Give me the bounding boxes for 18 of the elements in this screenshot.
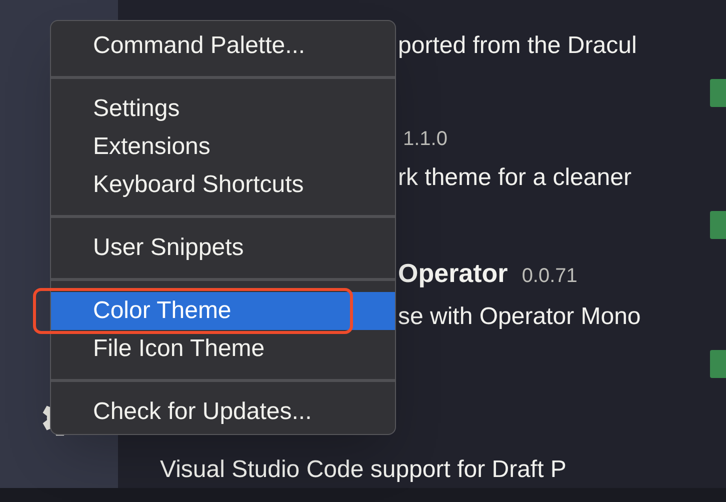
menu-item[interactable]: Settings [51,90,395,128]
install-button[interactable] [710,78,726,107]
extension-description: Visual Studio Code support for Draft P [160,455,566,486]
install-button[interactable] [710,211,726,240]
extension-description: rk theme for a cleaner [398,162,632,193]
menu-item[interactable]: Keyboard Shortcuts [51,166,395,204]
menu-item[interactable]: Check for Updates... [51,393,395,431]
extension-version: 0.0.71 [522,264,578,290]
extension-version: 1.1.0 [403,127,448,152]
menu-item[interactable]: Extensions [51,128,395,166]
menu-item[interactable]: User Snippets [51,229,395,267]
menu-item[interactable]: File Icon Theme [51,330,395,368]
install-button[interactable] [710,350,726,378]
menu-item[interactable]: Color Theme [51,292,395,330]
extension-name: Operator [398,257,508,290]
extension-description: se with Operator Mono [398,302,641,332]
extension-description: ported from the Dracul [398,30,637,61]
menu-item[interactable]: Command Palette... [51,27,395,65]
